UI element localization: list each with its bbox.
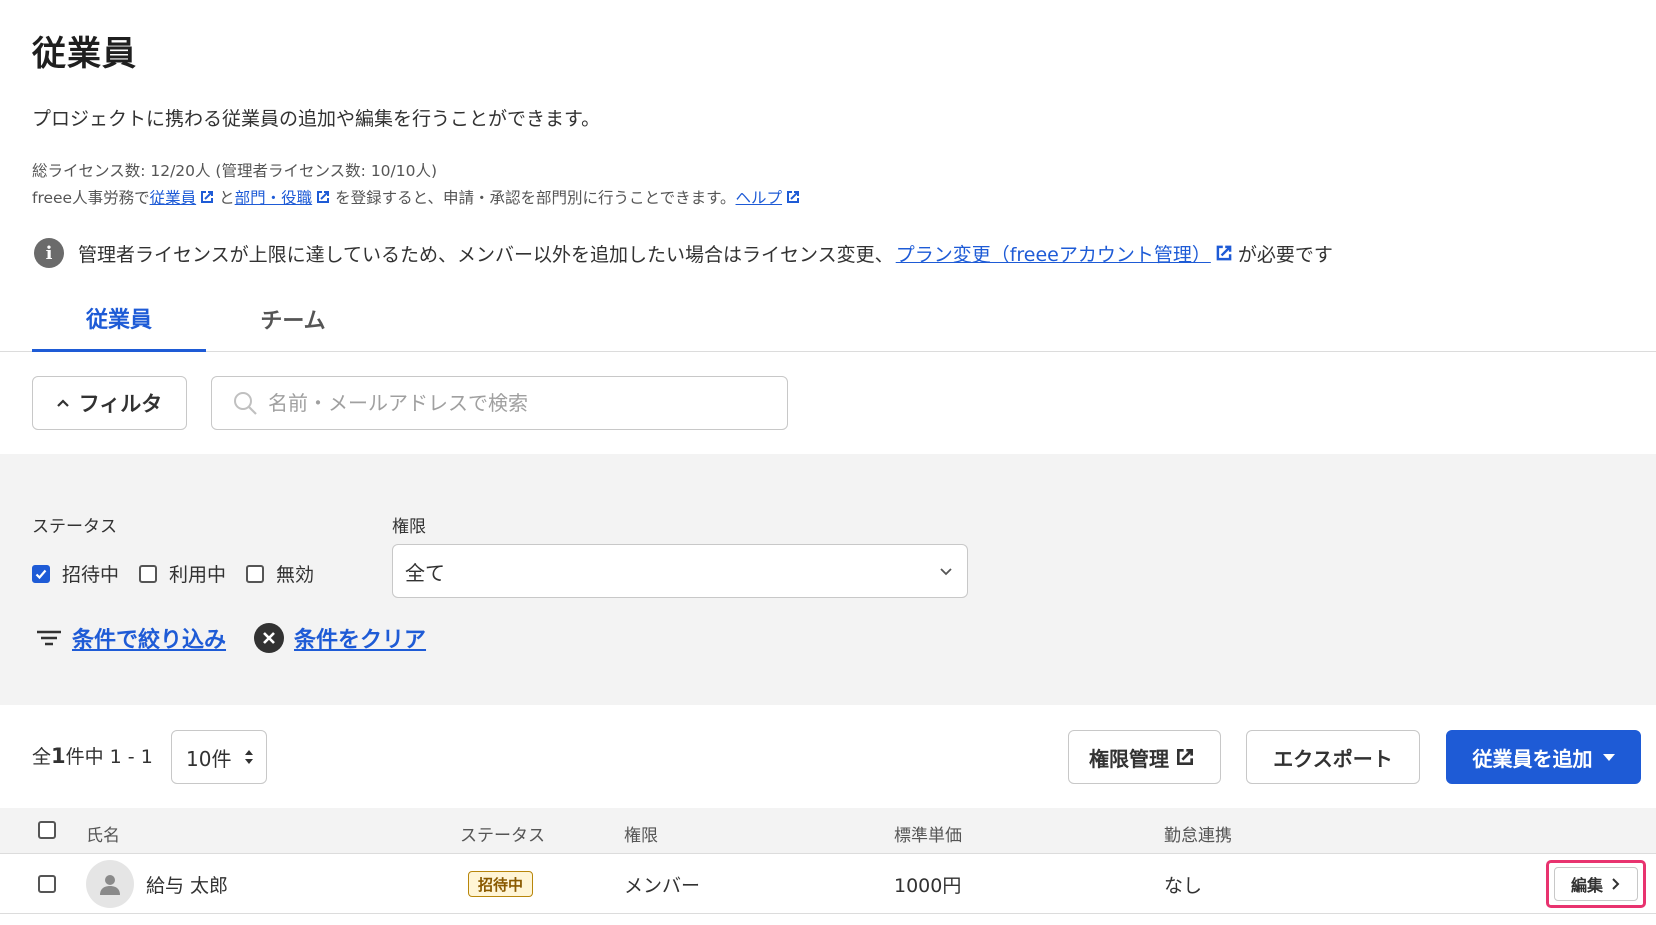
employee-name: 給与 太郎: [146, 875, 229, 897]
status-option-disabled[interactable]: 無効: [246, 560, 314, 587]
clear-filter-link[interactable]: 条件をクリア: [294, 622, 426, 654]
permission-manage-button[interactable]: 権限管理: [1068, 730, 1221, 784]
row-checkbox[interactable]: [38, 875, 56, 893]
count-suffix: 件中 1 - 1: [65, 746, 153, 768]
info-icon: i: [34, 238, 64, 268]
license-info: 総ライセンス数: 12/20人 (管理者ライセンス数: 10/10人): [32, 162, 438, 180]
user-icon: [100, 875, 120, 895]
filter-actions: 条件で絞り込み 条件をクリア: [36, 622, 426, 654]
per-page-value: 10件: [186, 746, 232, 771]
filter-panel: ステータス 権限 招待中 利用中 無効 全て 条件で絞り込み 条件をクリア: [0, 454, 1656, 705]
role-select[interactable]: 全て: [392, 544, 968, 598]
edit-button[interactable]: 編集: [1554, 867, 1638, 901]
page-title: 従業員: [32, 34, 137, 74]
status-checkboxes: 招待中 利用中 無効: [32, 560, 334, 587]
caret-down-icon: [1602, 753, 1615, 761]
status-option-active[interactable]: 利用中: [139, 560, 226, 587]
role-select-value: 全て: [405, 560, 445, 585]
checkbox[interactable]: [139, 564, 158, 583]
employees-link[interactable]: 従業員: [150, 186, 197, 208]
permission-manage-label: 権限管理: [1089, 746, 1169, 771]
filter-label: フィルタ: [78, 392, 163, 416]
table-header: 氏名 ステータス 権限 標準単価 勤怠連携: [0, 808, 1656, 854]
tab-team[interactable]: チーム: [206, 286, 380, 352]
add-employee-label: 従業員を追加: [1472, 746, 1593, 771]
employee-role: メンバー: [624, 875, 701, 897]
chevron-right-icon: [1612, 878, 1620, 890]
filter-toggle-button[interactable]: フィルタ: [32, 376, 187, 430]
external-link-icon[interactable]: [1213, 242, 1235, 264]
notice-text: 管理者ライセンスが上限に達しているため、メンバー以外を追加したい場合はライセンス…: [78, 243, 894, 266]
per-page-select[interactable]: 10件: [171, 730, 267, 784]
integration-mid: と: [219, 189, 235, 207]
external-link-icon[interactable]: [314, 188, 332, 206]
header-status: ステータス: [460, 826, 545, 846]
search-icon: [234, 392, 257, 415]
count-total: 1: [51, 744, 66, 768]
search-input[interactable]: [268, 391, 768, 415]
status-option-label: 利用中: [169, 564, 227, 586]
integration-info: freee人事労務で 従業員 と 部門・役職 を登録すると、申請・承認を部門別に…: [32, 186, 805, 208]
external-link-icon: [1177, 749, 1193, 765]
employee-price: 1000円: [894, 875, 962, 897]
table-row: 給与 太郎 招待中 メンバー 1000円 なし 編集: [0, 854, 1656, 914]
help-link[interactable]: ヘルプ: [736, 186, 783, 208]
clear-icon[interactable]: [254, 623, 285, 653]
search-box[interactable]: [211, 376, 788, 430]
integration-suffix: を登録すると、申請・承認を部門別に行うことできます。: [335, 189, 736, 207]
tab-employees[interactable]: 従業員: [32, 286, 206, 352]
status-option-label: 無効: [276, 564, 315, 586]
status-option-label: 招待中: [62, 564, 120, 586]
status-badge: 招待中: [468, 871, 534, 897]
status-option-inviting[interactable]: 招待中: [32, 560, 119, 587]
checkbox-checked[interactable]: [32, 564, 50, 583]
employee-attendance: なし: [1164, 875, 1203, 897]
header-name: 氏名: [86, 826, 120, 846]
edit-highlight: 編集: [1546, 860, 1646, 908]
tab-bar: 従業員 チーム: [0, 286, 1656, 352]
add-employee-button[interactable]: 従業員を追加: [1446, 730, 1641, 784]
header-attendance: 勤怠連携: [1164, 826, 1232, 846]
page-description: プロジェクトに携わる従業員の追加や編集を行うことができます。: [32, 108, 601, 130]
header-role: 権限: [624, 826, 658, 846]
chevron-up-icon: [56, 399, 69, 407]
external-link-icon[interactable]: [198, 188, 216, 206]
avatar: [86, 860, 134, 908]
sort-arrows-icon: [245, 750, 253, 764]
role-filter-label: 権限: [392, 517, 426, 537]
license-notice: i 管理者ライセンスが上限に達しているため、メンバー以外を追加したい場合はライセ…: [34, 238, 1333, 268]
status-filter-label: ステータス: [32, 517, 117, 537]
filter-lines-icon[interactable]: [36, 627, 62, 649]
chevron-down-icon: [940, 568, 952, 576]
edit-label: 編集: [1570, 876, 1603, 895]
integration-prefix: freee人事労務で: [32, 189, 150, 207]
count-prefix: 全: [32, 746, 52, 768]
checkmark-icon: [35, 569, 47, 579]
export-button[interactable]: エクスポート: [1246, 730, 1420, 784]
result-count: 全1件中 1 - 1: [32, 742, 153, 769]
header-price: 標準単価: [894, 826, 962, 846]
select-all-checkbox[interactable]: [38, 821, 56, 839]
plan-change-link[interactable]: プラン変更（freeeアカウント管理）: [896, 240, 1211, 267]
notice-text-after: が必要です: [1237, 243, 1333, 266]
department-link[interactable]: 部門・役職: [235, 186, 313, 208]
external-link-icon[interactable]: [784, 188, 802, 206]
checkbox[interactable]: [246, 564, 265, 583]
apply-filter-link[interactable]: 条件で絞り込み: [72, 622, 226, 654]
